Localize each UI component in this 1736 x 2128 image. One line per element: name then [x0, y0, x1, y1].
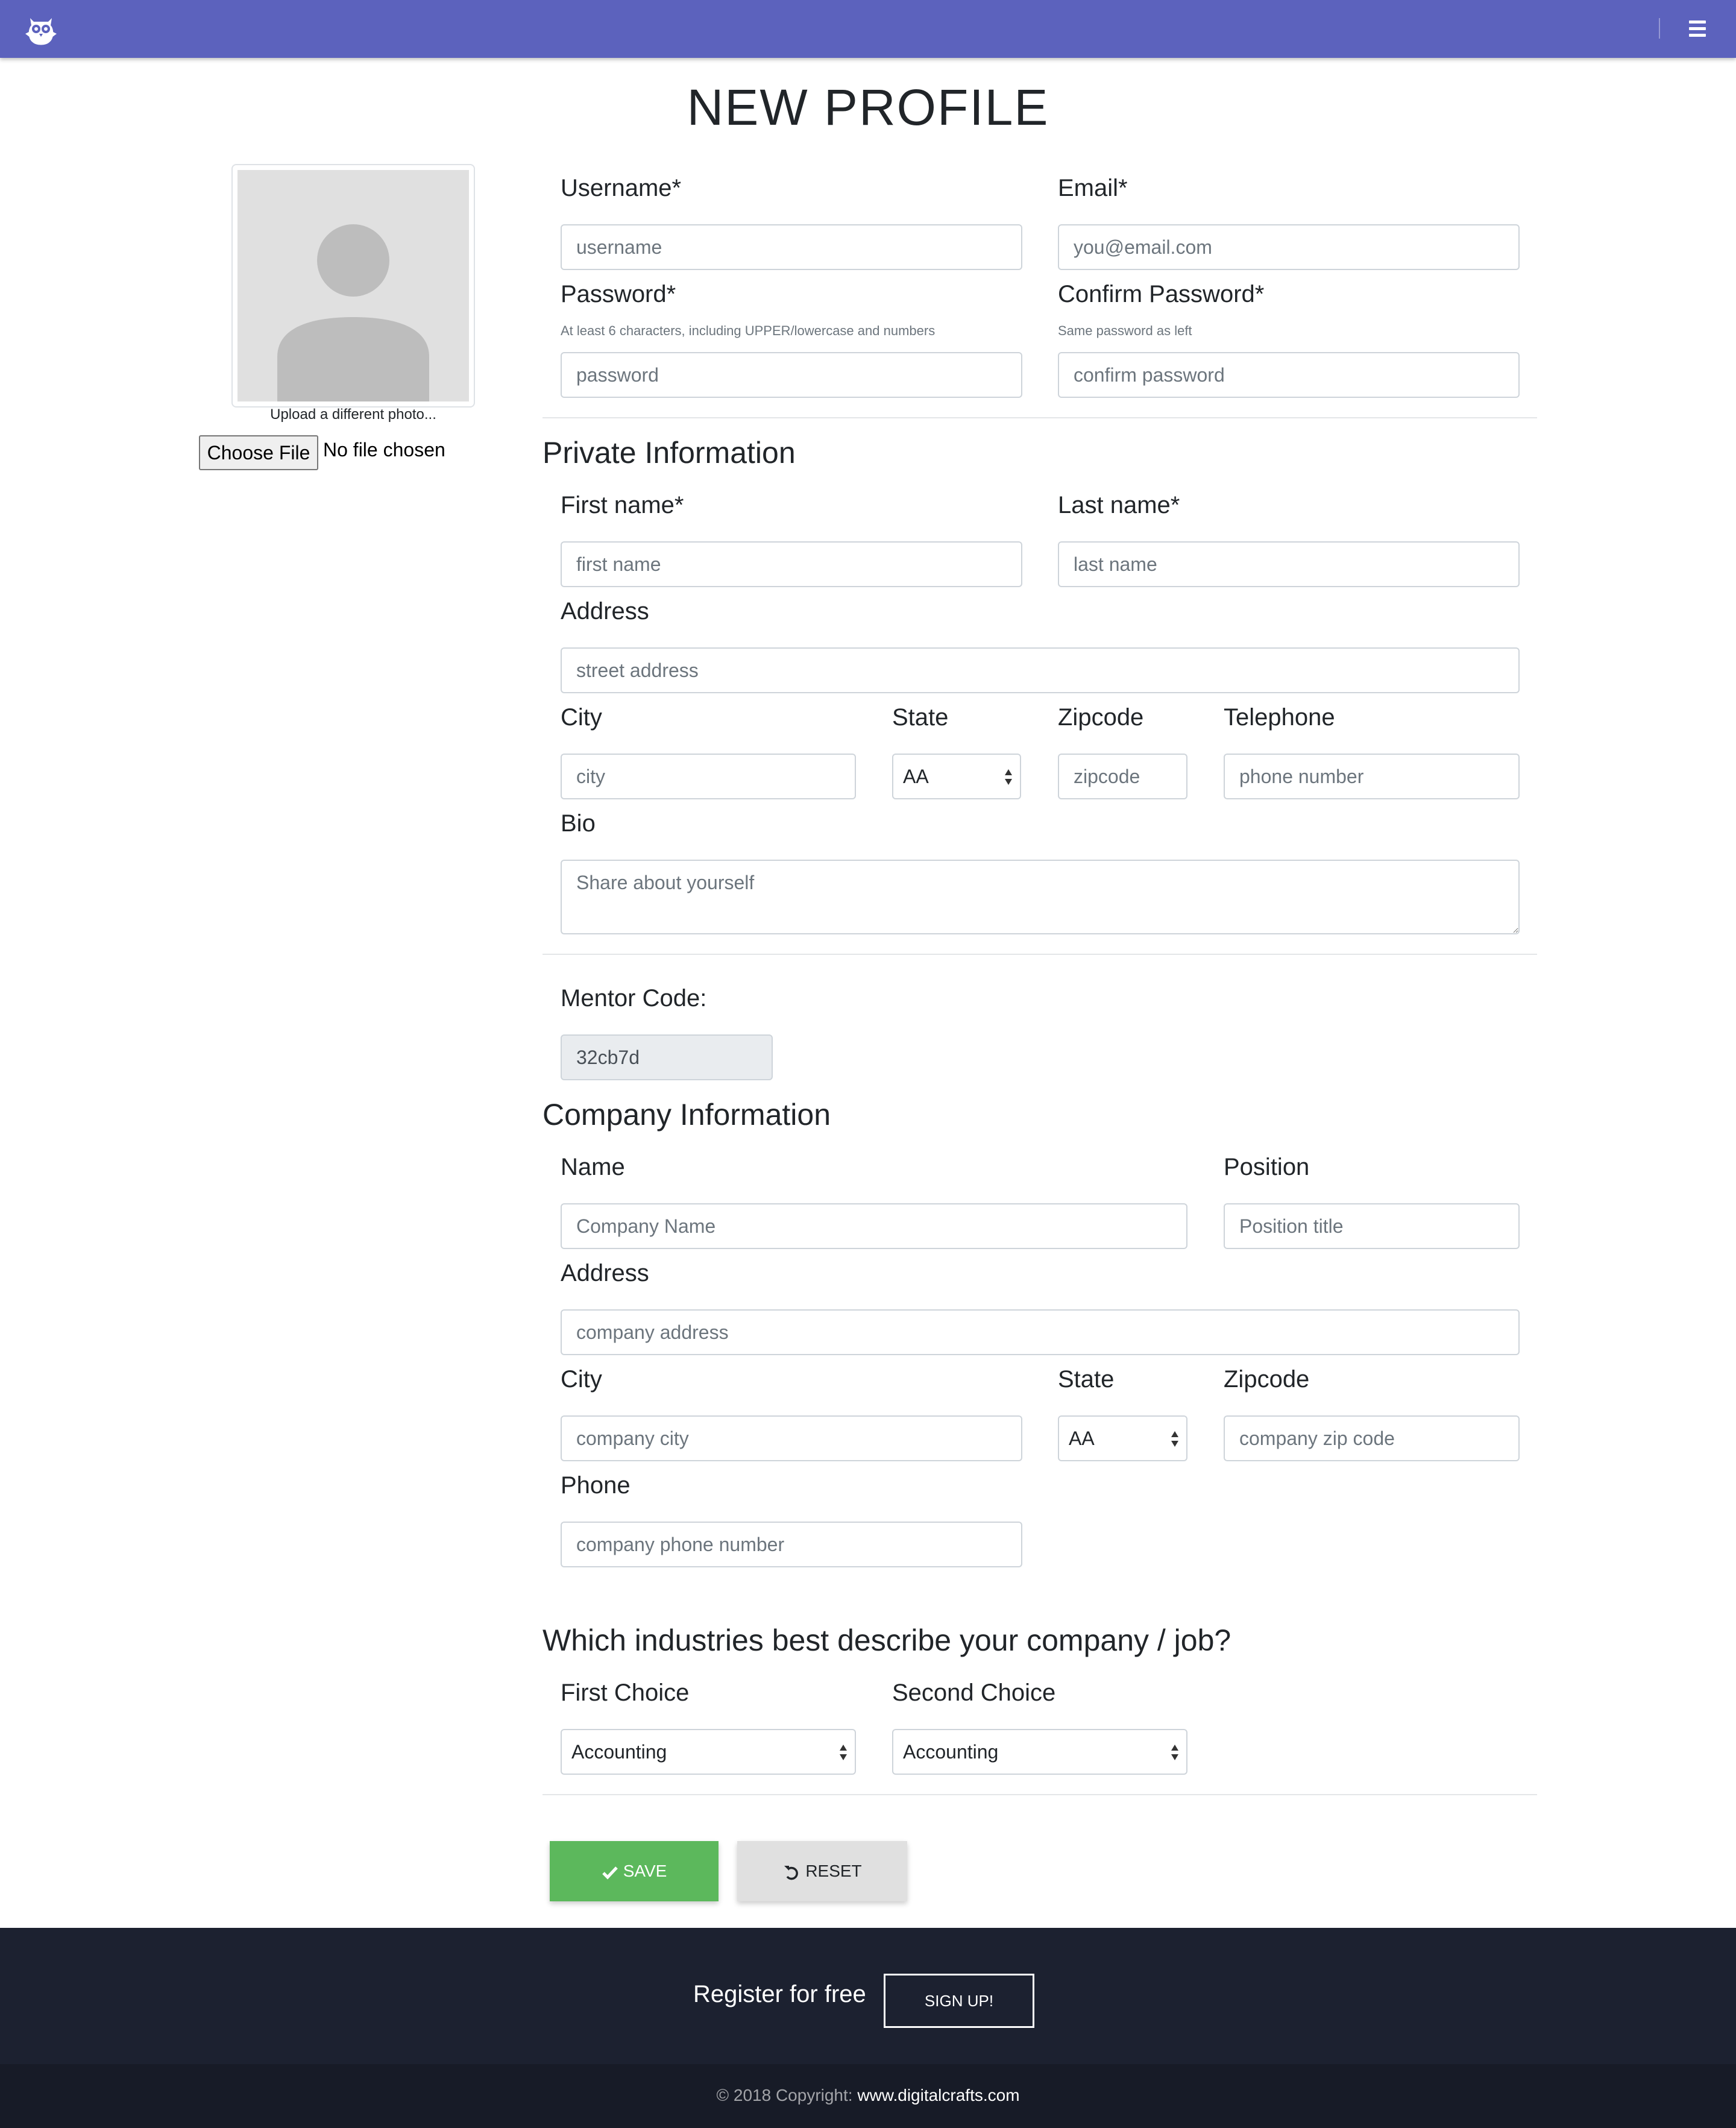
company-info-heading: Company Information [542, 1098, 831, 1132]
copyright: © 2018 Copyright: www.digitalcrafts.com [0, 2086, 1736, 2105]
first-name-label: First name* [561, 492, 684, 518]
divider [542, 1794, 1537, 1795]
reset-button[interactable]: RESET [737, 1841, 907, 1901]
position-label: Position [1224, 1154, 1310, 1180]
company-address-input[interactable] [561, 1309, 1520, 1355]
select-arrows-icon [1171, 1431, 1178, 1447]
first-choice-select[interactable]: Accounting [561, 1729, 856, 1775]
second-choice-label: Second Choice [892, 1679, 1056, 1706]
second-choice-value: Accounting [903, 1741, 999, 1763]
top-navbar [0, 0, 1736, 58]
nav-divider [1659, 18, 1660, 39]
password-input[interactable] [561, 352, 1022, 398]
password-hint: At least 6 characters, including UPPER/l… [561, 323, 936, 338]
owl-logo-icon[interactable] [22, 10, 60, 48]
username-label: Username* [561, 175, 682, 201]
undo-icon [784, 1865, 799, 1880]
copyright-link[interactable]: www.digitalcrafts.com [857, 2086, 1019, 2104]
mentor-code-label: Mentor Code: [561, 985, 707, 1012]
street-address-input[interactable] [561, 647, 1520, 693]
confirm-password-input[interactable] [1058, 352, 1520, 398]
state-select-value: AA [903, 766, 929, 787]
company-state-label: State [1058, 1366, 1115, 1393]
register-text: Register for free [693, 1981, 866, 2007]
city-label: City [561, 704, 602, 731]
save-button-label: SAVE [623, 1862, 667, 1880]
username-input[interactable] [561, 224, 1022, 270]
confirm-password-label: Confirm Password* [1058, 281, 1265, 307]
company-state-select-value: AA [1069, 1428, 1095, 1449]
first-choice-label: First Choice [561, 1679, 690, 1706]
divider [542, 417, 1537, 418]
file-status: No file chosen [323, 439, 445, 461]
zipcode-input[interactable] [1058, 754, 1187, 799]
company-name-label: Name [561, 1154, 625, 1180]
first-name-input[interactable] [561, 541, 1022, 587]
copyright-text: © 2018 Copyright: [716, 2086, 853, 2104]
email-input[interactable] [1058, 224, 1520, 270]
photo-caption: Upload a different photo... [270, 406, 436, 423]
profile-photo [231, 164, 475, 408]
company-address-label: Address [561, 1260, 649, 1286]
telephone-input[interactable] [1224, 754, 1520, 799]
private-info-heading: Private Information [542, 436, 796, 470]
industries-heading: Which industries best describe your comp… [542, 1623, 1231, 1657]
checkmark-icon [602, 1866, 618, 1880]
company-name-input[interactable] [561, 1203, 1187, 1249]
address-label: Address [561, 598, 649, 625]
save-button[interactable]: SAVE [550, 1841, 719, 1901]
select-arrows-icon [840, 1745, 847, 1760]
bio-textarea[interactable] [561, 860, 1520, 934]
city-input[interactable] [561, 754, 856, 799]
company-zipcode-input[interactable] [1224, 1415, 1520, 1461]
confirm-password-hint: Same password as left [1058, 323, 1192, 338]
last-name-label: Last name* [1058, 492, 1180, 518]
page-title: NEW PROFILE [687, 79, 1049, 136]
reset-button-label: RESET [805, 1862, 862, 1880]
state-label: State [892, 704, 949, 731]
company-city-input[interactable] [561, 1415, 1022, 1461]
company-city-label: City [561, 1366, 602, 1393]
state-select[interactable]: AA [892, 754, 1021, 799]
first-choice-value: Accounting [571, 1741, 667, 1763]
footer-signup-band [0, 1928, 1736, 2064]
last-name-input[interactable] [1058, 541, 1520, 587]
select-arrows-icon [1171, 1745, 1178, 1760]
second-choice-select[interactable]: Accounting [892, 1729, 1187, 1775]
mentor-code-input[interactable] [561, 1034, 773, 1080]
avatar-placeholder-icon [237, 170, 469, 401]
company-phone-input[interactable] [561, 1522, 1022, 1567]
divider [542, 954, 1537, 955]
choose-file-button[interactable]: Choose File [199, 435, 318, 470]
zipcode-label: Zipcode [1058, 704, 1144, 731]
company-phone-label: Phone [561, 1472, 631, 1499]
position-input[interactable] [1224, 1203, 1520, 1249]
sign-up-button[interactable]: SIGN UP! [884, 1974, 1034, 2028]
email-label: Email* [1058, 175, 1128, 201]
bio-label: Bio [561, 810, 596, 837]
telephone-label: Telephone [1224, 704, 1335, 731]
company-zipcode-label: Zipcode [1224, 1366, 1310, 1393]
select-arrows-icon [1005, 769, 1012, 785]
password-label: Password* [561, 281, 676, 307]
company-state-select[interactable]: AA [1058, 1415, 1187, 1461]
hamburger-menu-icon[interactable] [1685, 17, 1709, 41]
